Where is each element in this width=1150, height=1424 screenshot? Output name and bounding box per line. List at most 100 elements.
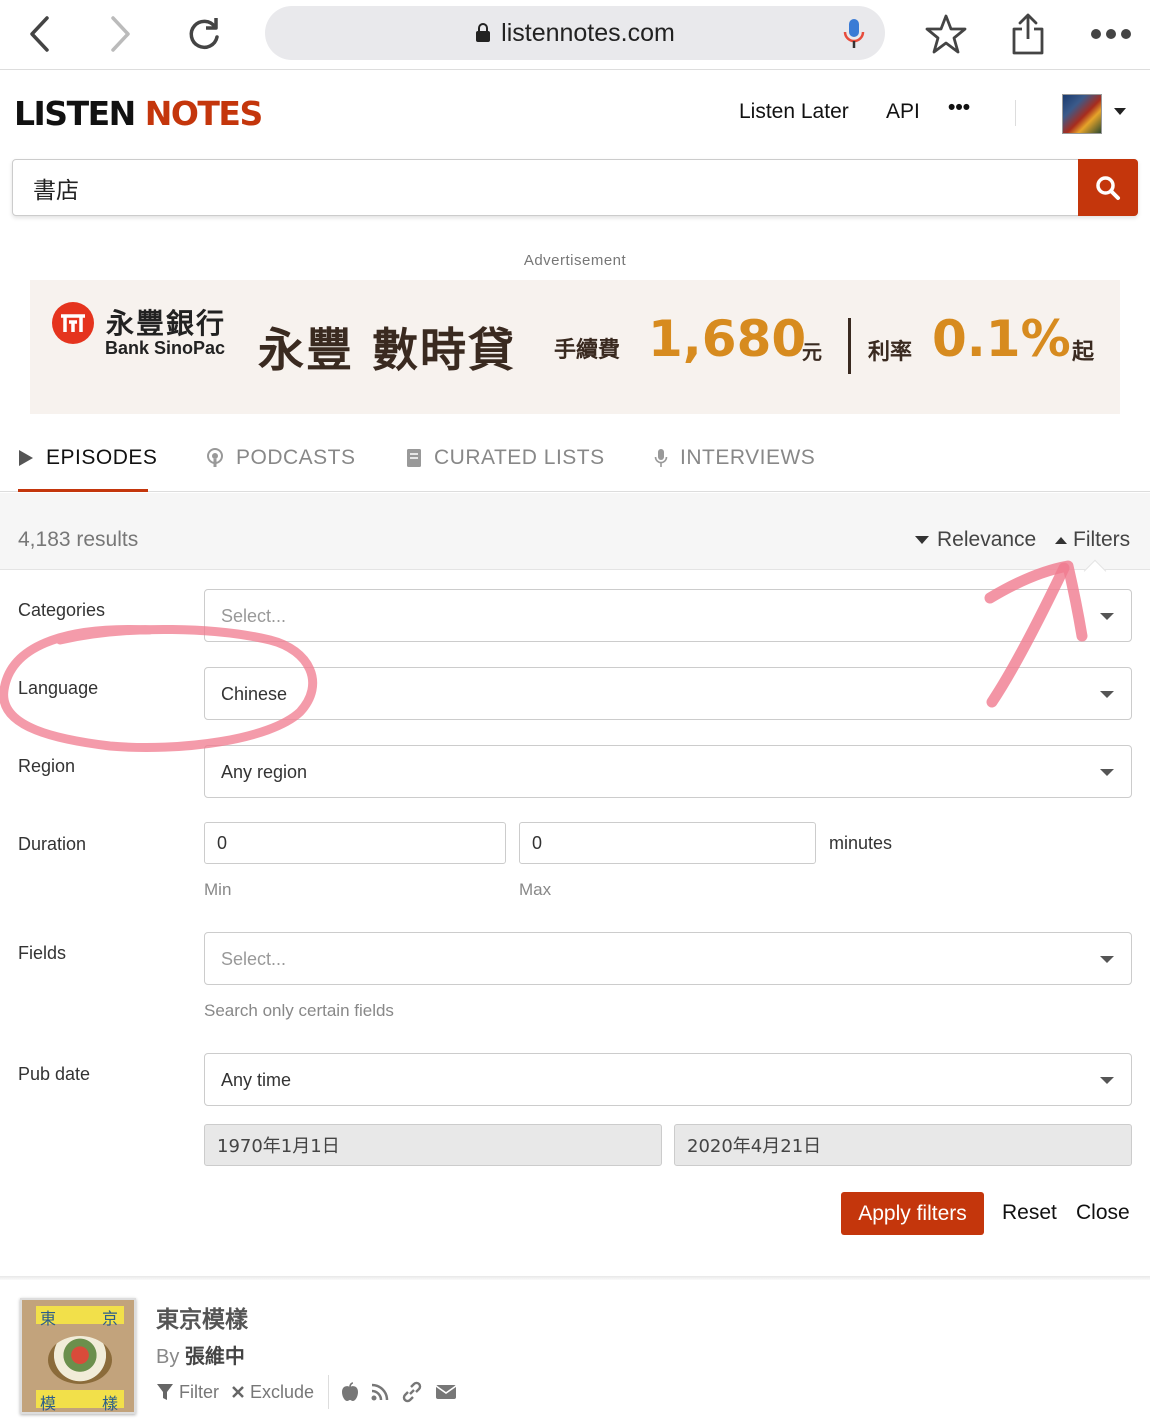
filter-action[interactable]: Filter <box>156 1382 219 1403</box>
play-icon <box>18 449 34 467</box>
author-link[interactable]: 張維中 <box>185 1344 245 1368</box>
fields-select[interactable]: Select... <box>204 932 1132 985</box>
duration-unit: minutes <box>829 833 893 853</box>
tab-curated-lists[interactable]: CURATED LISTS <box>406 446 605 470</box>
more-menu-button[interactable]: ••• <box>948 96 970 120</box>
site-logo[interactable]: LISTEN NOTES <box>14 94 263 133</box>
microphone-icon <box>654 448 668 468</box>
ad-rate-label: 利率 <box>868 340 913 365</box>
listen-later-link[interactable]: Listen Later <box>739 100 849 124</box>
close-icon <box>232 1386 244 1398</box>
podcast-thumbnail[interactable]: 東 京 模 樣 <box>20 1298 136 1414</box>
bookmark-button[interactable] <box>924 12 968 56</box>
region-select[interactable]: Any region <box>204 745 1132 798</box>
link-icon[interactable] <box>401 1381 423 1403</box>
book-icon <box>406 448 422 468</box>
ad-label: Advertisement <box>523 252 627 269</box>
results-count: 4,183 results <box>18 528 139 551</box>
fields-hint: Search only certain fields <box>204 1001 394 1020</box>
ad-fee-label: 手續費 <box>554 338 621 363</box>
apply-filters-button[interactable]: Apply filters <box>841 1192 984 1235</box>
item-actions: Filter Exclude <box>156 1375 469 1409</box>
podcast-icon <box>206 448 224 468</box>
microphone-icon[interactable] <box>843 18 865 50</box>
reset-button[interactable]: Reset <box>1002 1201 1057 1225</box>
reload-icon <box>189 18 219 50</box>
reload-button[interactable] <box>182 12 226 56</box>
thumbnail-glyph: 東 <box>40 1309 57 1328</box>
thumbnail-glyph: 京 <box>102 1309 119 1328</box>
search-button[interactable] <box>1078 159 1138 216</box>
address-bar[interactable]: listennotes.com <box>265 6 885 60</box>
star-icon <box>925 14 967 54</box>
forward-button[interactable] <box>98 12 142 56</box>
tab-episodes[interactable]: EPISODES <box>18 446 157 470</box>
pub-date-to-input[interactable] <box>674 1124 1132 1166</box>
email-icon[interactable] <box>435 1384 457 1400</box>
thumbnail-glyph: 樣 <box>102 1394 119 1413</box>
back-button[interactable] <box>18 12 62 56</box>
chevron-right-icon <box>111 16 130 52</box>
region-label: Region <box>18 756 76 776</box>
duration-max-hint: Max <box>519 880 552 899</box>
close-button[interactable]: Close <box>1076 1201 1130 1225</box>
site-header: LISTEN NOTES Listen Later API ••• <box>0 70 1150 156</box>
api-link[interactable]: API <box>886 100 920 124</box>
section-divider <box>0 1276 1150 1280</box>
apple-icon[interactable] <box>341 1382 359 1402</box>
share-button[interactable] <box>1006 12 1050 56</box>
result-tabs: EPISODES PODCASTS CURATED LISTS INTERVIE… <box>0 432 1150 492</box>
duration-min-input[interactable] <box>204 822 506 864</box>
categories-select[interactable]: Select... <box>204 589 1132 642</box>
podcast-title[interactable]: 東京模樣 <box>156 1300 248 1334</box>
action-divider <box>328 1375 330 1409</box>
rss-icon[interactable] <box>371 1383 389 1401</box>
dropdown-arrow-icon <box>1100 613 1114 620</box>
browser-toolbar: listennotes.com <box>0 0 1150 70</box>
language-label: Language <box>18 678 99 698</box>
fields-label: Fields <box>18 943 67 963</box>
url-text: listennotes.com <box>501 18 675 47</box>
ad-rate-unit: 起 <box>1072 340 1095 365</box>
chevron-down-icon[interactable] <box>1114 108 1126 115</box>
exclude-action[interactable]: Exclude <box>231 1382 314 1403</box>
dropdown-arrow-icon <box>1100 956 1114 963</box>
pub-date-from-input[interactable] <box>204 1124 662 1166</box>
bank-logo-icon <box>52 302 94 344</box>
ad-banner[interactable]: 永豐銀行 Bank SinoPac 永豐 數時貸 手續費 1,680 元 利率 … <box>30 280 1120 414</box>
pub-date-label: Pub date <box>18 1064 91 1084</box>
language-select[interactable]: Chinese <box>204 667 1132 720</box>
browser-menu-button[interactable] <box>1088 12 1134 56</box>
caret-down-icon <box>915 536 929 544</box>
duration-min-hint: Min <box>204 880 232 899</box>
filters-toggle-button[interactable]: Filters <box>1055 528 1130 552</box>
thumbnail-illustration <box>48 1336 112 1384</box>
tab-podcasts[interactable]: PODCASTS <box>206 446 356 470</box>
thumbnail-glyph: 模 <box>40 1394 57 1413</box>
pub-date-select[interactable]: Any time <box>204 1053 1132 1106</box>
ad-fee-unit: 元 <box>802 340 822 364</box>
lock-icon <box>476 23 491 42</box>
ad-bank-name: 永豐銀行 <box>106 307 227 340</box>
share-icon <box>1012 13 1044 55</box>
podcast-author: By 張維中 <box>156 1344 245 1368</box>
user-avatar[interactable] <box>1062 94 1102 134</box>
duration-max-input[interactable] <box>519 822 816 864</box>
dropdown-arrow-icon <box>1100 769 1114 776</box>
caret-up-icon <box>1055 536 1067 544</box>
ad-headline: 永豐 數時貸 <box>258 323 517 377</box>
header-divider <box>1015 100 1016 126</box>
filter-icon <box>157 1384 173 1400</box>
dropdown-arrow-icon <box>1100 1077 1114 1084</box>
search-icon <box>1096 175 1120 200</box>
sort-relevance-button[interactable]: Relevance <box>915 528 1036 552</box>
ad-fee-value: 1,680 <box>648 310 807 368</box>
search-input[interactable] <box>13 160 1079 215</box>
ad-divider <box>848 318 851 374</box>
ad-rate-value: 0.1% <box>932 310 1071 368</box>
duration-label: Duration <box>18 834 87 854</box>
search-box <box>12 159 1138 216</box>
categories-label: Categories <box>18 600 106 620</box>
results-bar: 4,183 results Relevance Filters <box>0 493 1150 570</box>
tab-interviews[interactable]: INTERVIEWS <box>654 446 815 470</box>
